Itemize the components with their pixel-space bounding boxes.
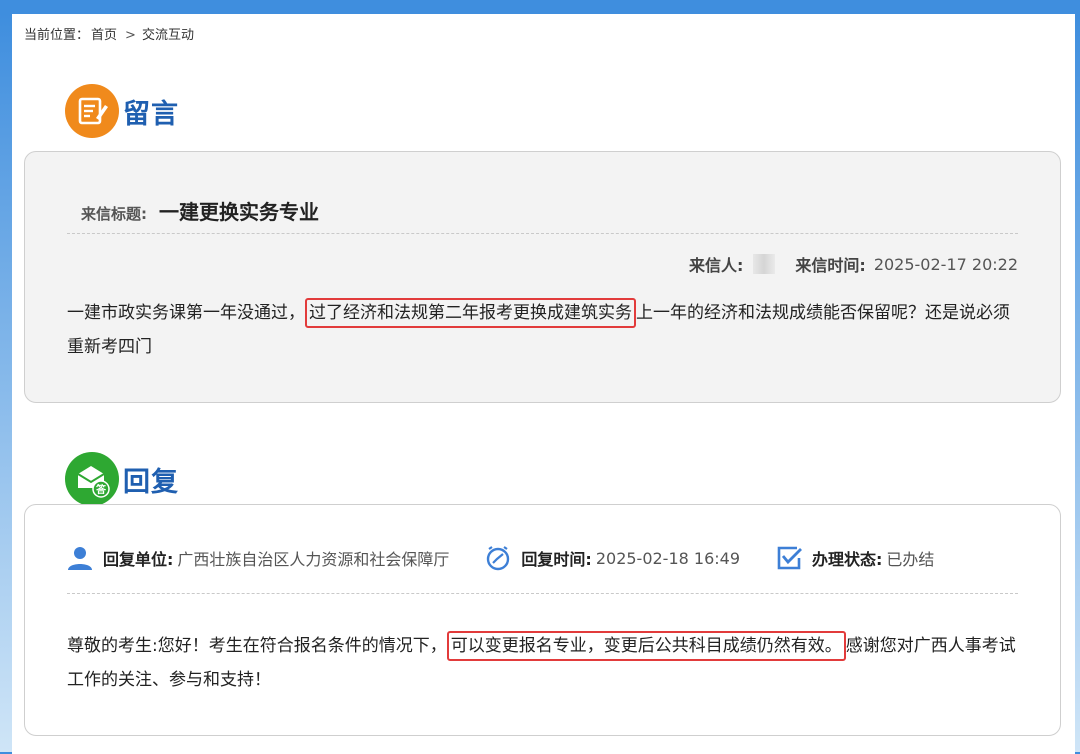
reply-meta: 回复单位: 广西壮族自治区人力资源和社会保障厅 回复时间: 2025-02-18… bbox=[65, 543, 968, 573]
sender-name-redacted bbox=[753, 254, 776, 274]
edit-note-icon bbox=[65, 84, 119, 138]
clock-icon bbox=[483, 543, 513, 573]
reply-unit-value: 广西壮族自治区人力资源和社会保障厅 bbox=[177, 550, 450, 569]
reply-body: 尊敬的考生:您好！考生在符合报名条件的情况下， 可以变更报名专业，变更后公共科目成… bbox=[67, 629, 1020, 697]
page-side-border-right bbox=[1075, 14, 1080, 752]
check-square-icon bbox=[774, 543, 804, 573]
reply-time-value: 2025-02-18 16:49 bbox=[595, 548, 741, 568]
breadcrumb: 当前位置： 首页 > 交流互动 bbox=[24, 24, 196, 43]
message-body-highlight: 过了经济和法规第二年报考更换成建筑实务 bbox=[305, 298, 636, 328]
reply-time-label: 回复时间: bbox=[521, 550, 592, 569]
divider bbox=[67, 593, 1018, 594]
reply-status-value: 已办结 bbox=[886, 550, 935, 569]
envelope-answer-icon: 答 bbox=[65, 452, 119, 506]
breadcrumb-separator: > bbox=[125, 28, 136, 43]
subject-row: 来信标题: 一建更换实务专业 bbox=[81, 196, 319, 225]
reply-section-title: 回复 bbox=[123, 466, 179, 498]
message-section-title: 留言 bbox=[123, 98, 179, 130]
breadcrumb-prefix: 当前位置： bbox=[24, 28, 90, 43]
reply-body-highlight: 可以变更报名专业，变更后公共科目成绩仍然有效。 bbox=[446, 631, 846, 661]
reply-status: 办理状态: 已办结 bbox=[774, 543, 934, 573]
message-body: 一建市政实务课第一年没通过， 过了经济和法规第二年报考更换成建筑实务 上一年的经济和… bbox=[67, 296, 1020, 364]
breadcrumb-home-link[interactable]: 首页 bbox=[91, 28, 117, 43]
content-page: 当前位置： 首页 > 交流互动 留言 来信标题: 一建更换实务专业 来信人: 来信时间… bbox=[12, 14, 1075, 754]
breadcrumb-current[interactable]: 交流互动 bbox=[142, 28, 194, 43]
reply-body-before: 尊敬的考生:您好！考生在符合报名条件的情况下， bbox=[67, 636, 447, 656]
reply-time: 回复时间: 2025-02-18 16:49 bbox=[483, 543, 740, 573]
message-body-before: 一建市政实务课第一年没通过， bbox=[67, 303, 305, 323]
message-meta: 来信人: 来信时间: 2025-02-17 20:22 bbox=[689, 252, 1018, 276]
divider bbox=[67, 233, 1018, 234]
message-time-label: 来信时间: bbox=[795, 256, 866, 275]
sender-label: 来信人: bbox=[689, 256, 744, 275]
message-time: 2025-02-17 20:22 bbox=[873, 254, 1018, 274]
reply-card: 回复单位: 广西壮族自治区人力资源和社会保障厅 回复时间: 2025-02-18… bbox=[24, 504, 1061, 736]
subject-label: 来信标题: bbox=[81, 205, 147, 223]
subject-text: 一建更换实务专业 bbox=[159, 200, 319, 224]
reply-unit-label: 回复单位: bbox=[103, 550, 174, 569]
reply-status-label: 办理状态: bbox=[812, 550, 883, 569]
svg-text:答: 答 bbox=[95, 483, 107, 496]
message-section-header: 留言 bbox=[65, 84, 179, 138]
user-icon bbox=[65, 543, 95, 573]
reply-section-header: 答 回复 bbox=[65, 452, 179, 506]
reply-unit: 回复单位: 广西壮族自治区人力资源和社会保障厅 bbox=[65, 543, 449, 573]
page-side-border-left bbox=[0, 14, 12, 752]
message-card: 来信标题: 一建更换实务专业 来信人: 来信时间: 2025-02-17 20:… bbox=[24, 151, 1061, 403]
